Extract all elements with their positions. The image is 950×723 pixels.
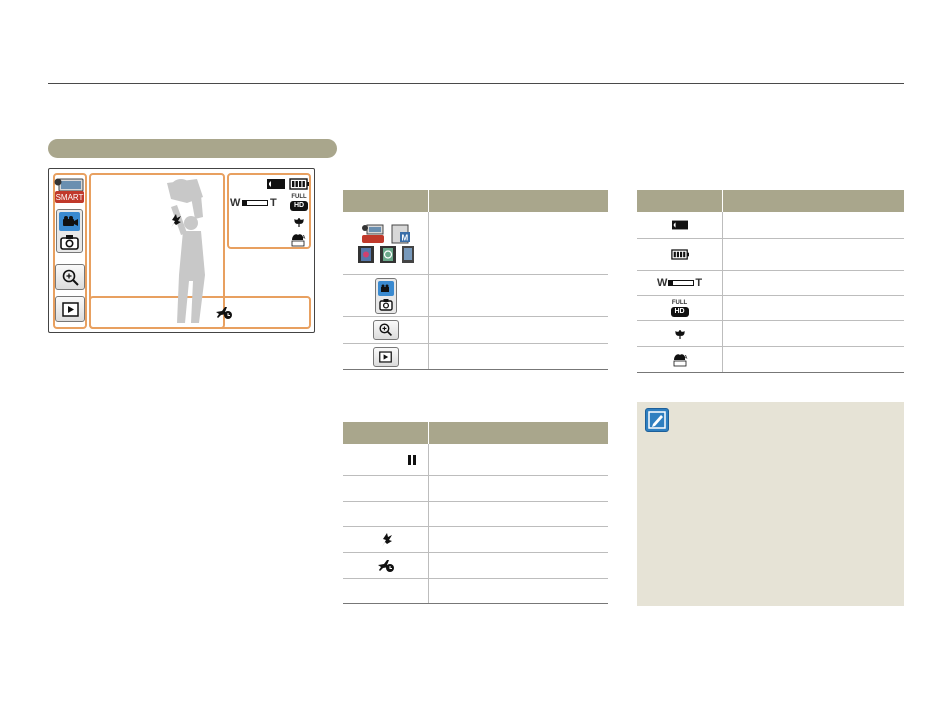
manual-mode-icon: M	[391, 224, 410, 243]
svg-text:A: A	[684, 355, 688, 361]
camera-mode-button[interactable]	[56, 209, 83, 253]
battery-icon	[670, 249, 689, 260]
smart-auto-icon	[361, 224, 384, 243]
pause-icon	[408, 454, 416, 465]
zoom-bar: W T	[230, 196, 278, 210]
table-row: W T	[637, 271, 904, 296]
table-header	[637, 190, 904, 212]
section-header-bar	[48, 139, 337, 158]
zoom-t-label: T	[270, 197, 277, 209]
playback-icon	[62, 302, 79, 317]
table-row	[343, 553, 608, 579]
note-box	[637, 402, 904, 606]
zoom-bar-icon	[242, 200, 268, 206]
display-icon-table: W T FULL HD A	[637, 190, 904, 373]
macro-icon	[674, 329, 685, 339]
table-row: M	[343, 212, 608, 275]
playback-key	[372, 346, 399, 367]
mode-icon-table: M	[343, 190, 608, 370]
table-row	[343, 444, 608, 476]
scene-icon	[401, 245, 414, 263]
full-hd-icon: FULL HD	[289, 194, 309, 212]
table-header	[343, 422, 608, 444]
wind-cut-icon: A	[673, 354, 688, 367]
zoom-bar-icon	[668, 280, 695, 286]
photo-mode-icon	[60, 235, 79, 250]
video-mode-icon	[59, 212, 80, 231]
smart-auto-button[interactable]: SMART	[54, 177, 85, 204]
table-row	[343, 527, 608, 553]
zoom-t-label: T	[695, 277, 703, 289]
table-row	[637, 239, 904, 271]
parent-child-silhouette	[167, 179, 205, 323]
table-row	[637, 321, 904, 347]
table-row: FULL HD	[637, 296, 904, 321]
storage-card-icon	[267, 179, 285, 189]
time-lapse-icon	[377, 559, 394, 572]
table-row	[343, 317, 608, 344]
table-row	[343, 579, 608, 604]
playback-button[interactable]	[55, 296, 85, 322]
hd-badge-top: FULL	[671, 299, 688, 306]
zoom-key	[372, 320, 399, 340]
lcd-screen-illustration: SMART W T FULL HD A	[48, 168, 315, 333]
top-rule	[48, 83, 904, 84]
svg-text:M: M	[401, 233, 408, 242]
hd-badge-top: FULL	[291, 194, 307, 200]
table-row	[343, 476, 608, 502]
zoom-w-label: W	[230, 197, 241, 209]
zoom-w-label: W	[656, 277, 668, 289]
time-lapse-mode-icon	[379, 245, 396, 263]
camera-mode-key	[374, 277, 397, 314]
playback-icon	[379, 350, 392, 363]
svg-text:A: A	[302, 235, 306, 241]
table-row	[343, 344, 608, 370]
wind-cut-icon: A	[291, 234, 306, 247]
zoom-button[interactable]	[55, 264, 85, 290]
table-row	[637, 212, 904, 239]
status-icon-table	[343, 422, 608, 604]
battery-icon	[289, 178, 309, 190]
hd-badge-bottom: HD	[290, 201, 308, 211]
full-hd-icon: FULL HD	[670, 300, 690, 317]
zoom-icon	[62, 269, 79, 286]
video-mode-icon	[377, 280, 394, 296]
storage-card-icon	[671, 220, 688, 230]
time-lapse-icon	[216, 307, 232, 319]
antishake-icon	[381, 532, 392, 547]
smart-label: SMART	[55, 193, 84, 202]
table-row	[343, 275, 608, 317]
note-icon	[645, 408, 669, 432]
hd-badge-bottom: HD	[670, 306, 689, 317]
zoom-icon	[378, 323, 392, 337]
photo-mode-icon	[378, 298, 393, 311]
table-row: A	[637, 347, 904, 373]
table-row	[343, 502, 608, 527]
table-header	[343, 190, 608, 212]
antishake-icon	[171, 214, 181, 228]
film-effect-icon	[357, 245, 374, 263]
macro-icon	[294, 217, 304, 227]
